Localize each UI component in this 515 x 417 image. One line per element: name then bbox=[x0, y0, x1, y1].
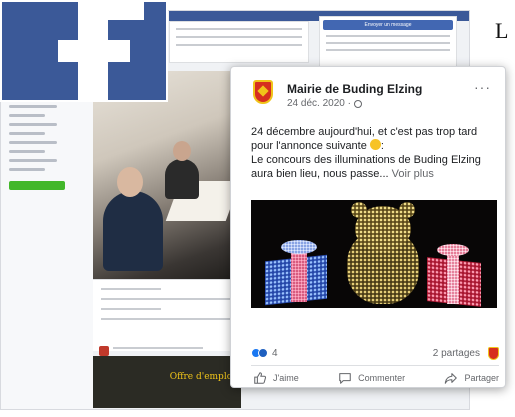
corner-letter: L bbox=[495, 18, 509, 43]
post-action-bar: J'aime Commenter Partager bbox=[253, 371, 499, 385]
background-post-snippet bbox=[169, 21, 309, 63]
share-button[interactable]: Partager bbox=[444, 371, 499, 385]
page-name-link[interactable]: Mairie de Buding Elzing bbox=[287, 82, 422, 96]
background-message-button: Envoyer un message bbox=[323, 20, 453, 30]
post-text-line: 24 décembre aujourd'hui, et c'est pas tr… bbox=[251, 126, 478, 138]
like-label: J'aime bbox=[273, 373, 299, 383]
globe-icon bbox=[353, 99, 362, 108]
facebook-post-card: Mairie de Buding Elzing 24 déc. 2020 · ·… bbox=[230, 66, 506, 388]
post-text-line: Le concours des illuminations de Buding … bbox=[251, 154, 481, 166]
background-green-button bbox=[9, 181, 65, 190]
post-stats-bar: 4 2 partages bbox=[251, 345, 499, 361]
more-options-icon[interactable]: ··· bbox=[474, 79, 491, 95]
post-timestamp[interactable]: 24 déc. 2020 · bbox=[287, 98, 362, 109]
page-crest-icon[interactable] bbox=[488, 346, 499, 360]
comment-bubble-icon bbox=[339, 373, 351, 384]
background-job-banner: Offre d'emploi bbox=[93, 356, 241, 408]
background-post-actions bbox=[93, 279, 241, 351]
comment-button[interactable]: Commenter bbox=[338, 371, 405, 385]
facebook-logo bbox=[0, 0, 168, 102]
shares-count-link[interactable]: 2 partages bbox=[433, 348, 480, 359]
reaction-icon[interactable] bbox=[258, 348, 268, 358]
page-avatar-crest-icon[interactable] bbox=[253, 80, 273, 104]
post-body-text: 24 décembre aujourd'hui, et c'est pas tr… bbox=[251, 125, 501, 181]
background-meeting-photo bbox=[93, 71, 241, 279]
smiley-emoji-icon bbox=[369, 139, 381, 150]
job-banner-text: Offre d'emploi bbox=[169, 372, 235, 382]
post-text-line: pour l'annonce suivante bbox=[251, 140, 367, 152]
post-header: Mairie de Buding Elzing 24 déc. 2020 · ·… bbox=[231, 67, 505, 115]
like-button[interactable]: J'aime bbox=[253, 371, 299, 385]
thumbs-up-icon bbox=[254, 372, 267, 384]
background-sidebar bbox=[1, 99, 93, 409]
comment-label: Commenter bbox=[358, 373, 406, 383]
see-more-link[interactable]: Voir plus bbox=[392, 168, 434, 180]
share-label: Partager bbox=[464, 373, 499, 383]
post-text-line: aura bien lieu, nous passe... bbox=[251, 168, 389, 180]
post-text-punctuation: : bbox=[380, 140, 384, 152]
post-date-text: 24 déc. 2020 · bbox=[287, 98, 351, 109]
post-image-christmas-lights[interactable] bbox=[251, 200, 497, 308]
reaction-count[interactable]: 4 bbox=[272, 348, 278, 359]
share-arrow-icon bbox=[445, 373, 458, 384]
divider bbox=[251, 365, 499, 366]
background-crest-icon bbox=[99, 346, 109, 356]
